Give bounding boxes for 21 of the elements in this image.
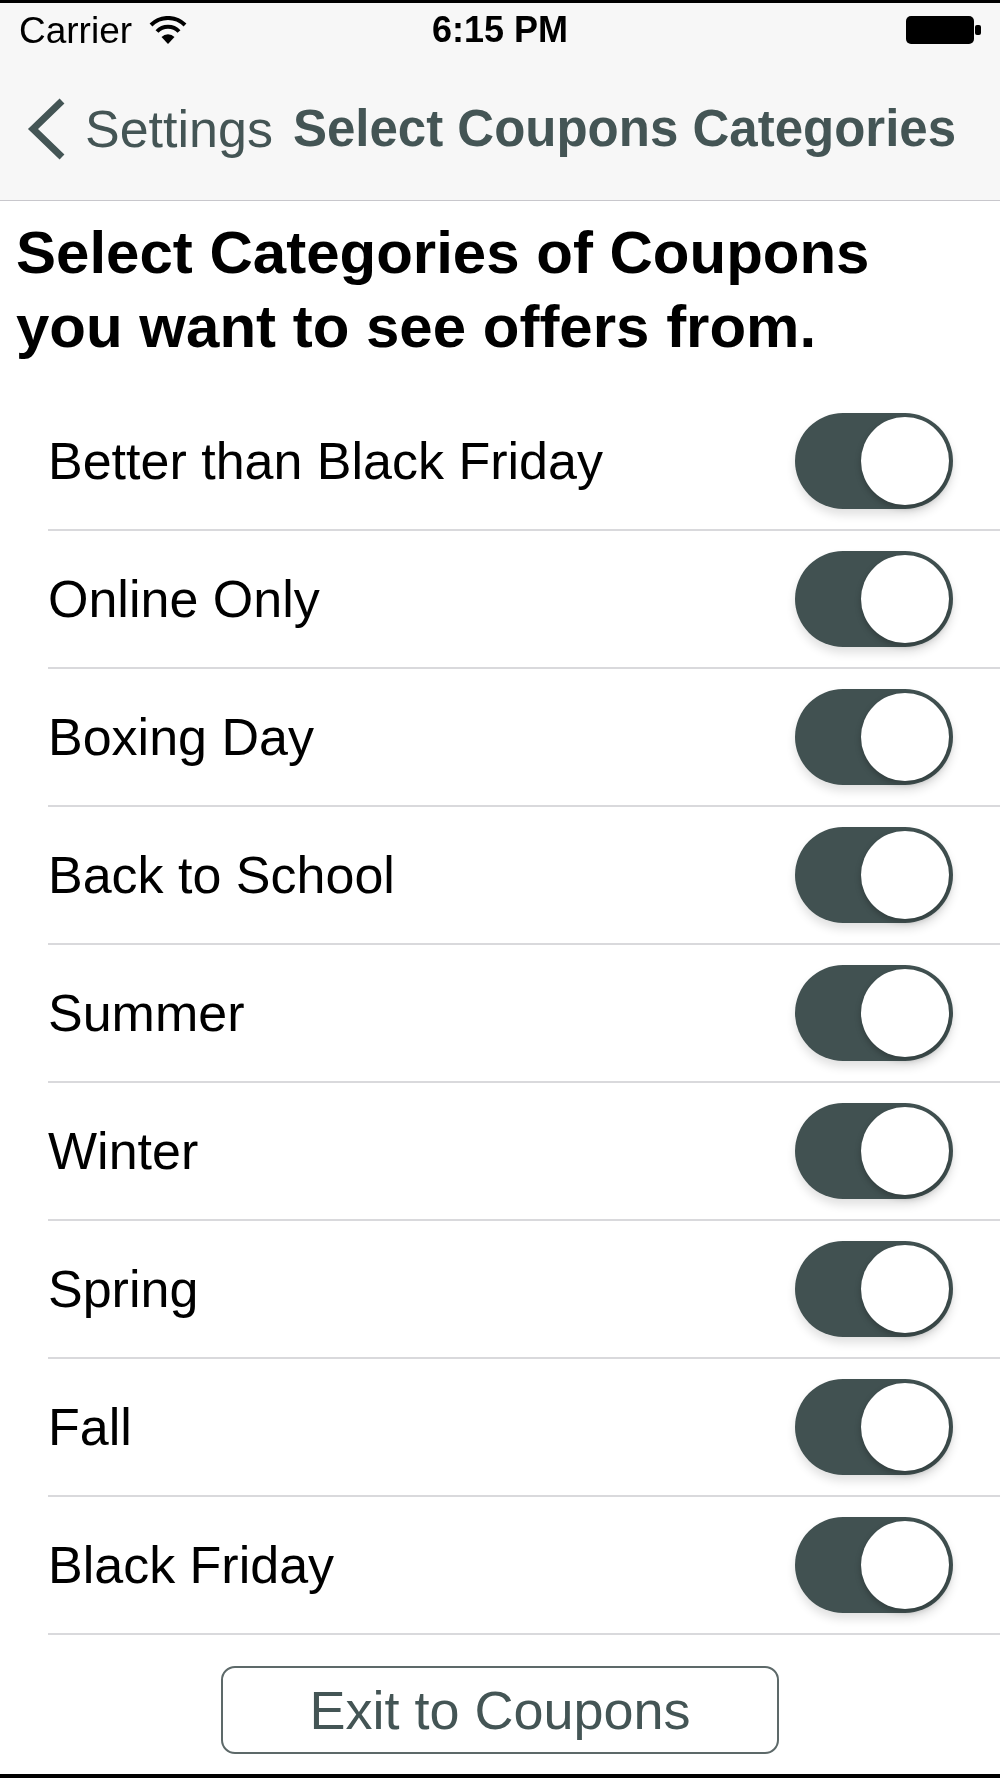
category-label: Summer — [48, 987, 245, 1039]
clock-time: 6:15 PM — [431, 12, 569, 48]
instruction-heading: Select Categories of Coupons you want to see offers from. — [16, 218, 871, 362]
toggle-switch[interactable] — [795, 413, 953, 509]
toggle-switch[interactable] — [795, 1103, 953, 1199]
category-label: Back to School — [48, 849, 395, 901]
toggle-switch[interactable] — [795, 1241, 953, 1337]
toggle-switch[interactable] — [795, 551, 953, 647]
wifi-icon — [149, 16, 188, 44]
toggle-switch[interactable] — [795, 1379, 953, 1475]
category-label: Winter — [48, 1125, 199, 1177]
back-button[interactable]: Settings — [25, 96, 273, 161]
toggle-switch[interactable] — [795, 827, 953, 923]
toggle-switch[interactable] — [795, 1517, 953, 1613]
category-label: Fall — [48, 1401, 132, 1453]
back-chevron-icon — [25, 96, 67, 161]
battery-icon — [905, 15, 981, 45]
toggle-switch[interactable] — [795, 689, 953, 785]
exit-button[interactable]: Exit to Coupons — [221, 1666, 779, 1754]
toggle-switch[interactable] — [795, 965, 953, 1061]
carrier-label: Carrier — [19, 11, 133, 49]
